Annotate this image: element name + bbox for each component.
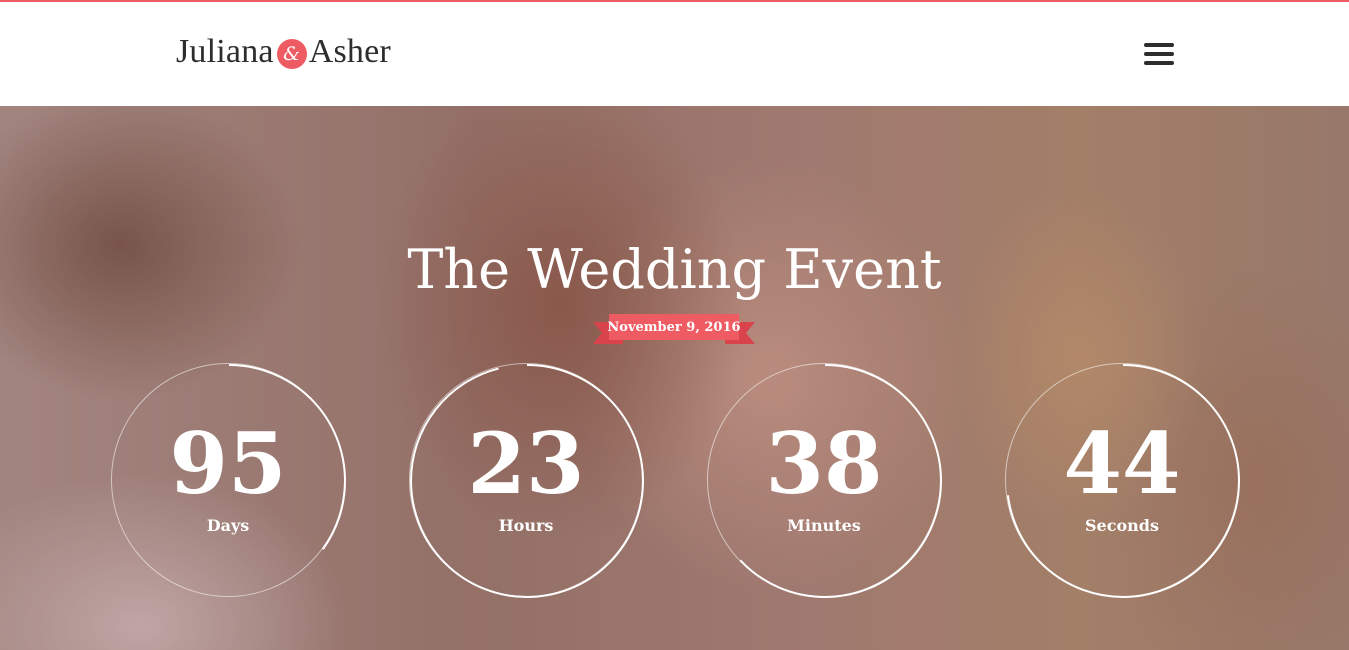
logo-first-name: Juliana xyxy=(176,33,274,70)
countdown-minutes: 38 Minutes xyxy=(707,363,942,598)
countdown-seconds: 44 Seconds xyxy=(1005,363,1240,598)
countdown-days: 95 Days xyxy=(111,363,346,598)
site-logo[interactable]: Juliana & Asher xyxy=(176,33,391,70)
countdown-label: Minutes xyxy=(787,516,861,535)
countdown-label: Seconds xyxy=(1085,516,1159,535)
menu-line xyxy=(1144,61,1174,65)
countdown-hours: 23 Hours xyxy=(409,363,644,598)
logo-second-name: Asher xyxy=(308,33,391,70)
menu-line xyxy=(1144,52,1174,56)
menu-line xyxy=(1144,43,1174,47)
hero-section: The Wedding Event November 9, 2016 95 Da… xyxy=(0,106,1349,650)
logo-ampersand-badge: & xyxy=(276,39,307,69)
hero-title: The Wedding Event xyxy=(407,238,942,301)
countdown-value: 44 xyxy=(1063,414,1181,513)
hamburger-menu-icon[interactable] xyxy=(1144,42,1176,66)
countdown-value: 38 xyxy=(765,414,883,513)
event-date: November 9, 2016 xyxy=(607,314,741,340)
countdown-value: 23 xyxy=(467,414,585,513)
date-ribbon: November 9, 2016 xyxy=(593,314,755,344)
countdown-label: Days xyxy=(206,516,250,535)
hero-content: The Wedding Event November 9, 2016 95 Da… xyxy=(0,106,1349,650)
countdown-label: Hours xyxy=(498,516,554,535)
site-header: Juliana & Asher xyxy=(0,2,1349,106)
countdown-value: 95 xyxy=(169,414,287,513)
